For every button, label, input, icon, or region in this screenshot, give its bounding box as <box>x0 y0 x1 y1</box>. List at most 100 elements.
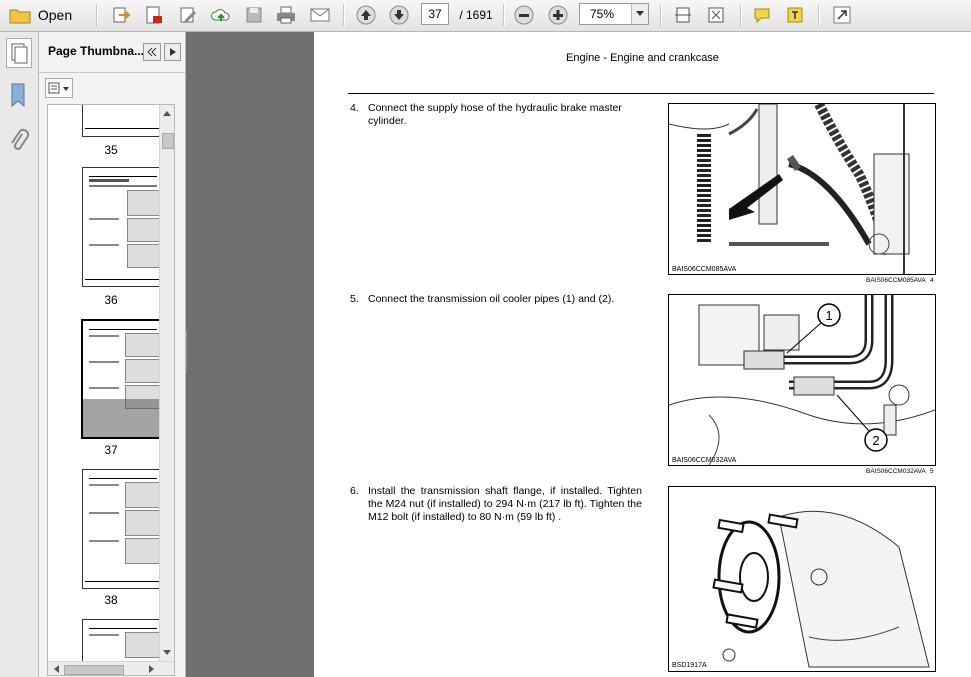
thumbnail-label: 35 <box>104 143 118 157</box>
figure-brake-hose: BAIS06CCM085AVA <box>668 101 936 275</box>
open-button[interactable]: Open <box>6 3 74 27</box>
chevron-right-icon <box>169 48 176 56</box>
comment-button[interactable] <box>749 3 775 27</box>
expand-button[interactable] <box>829 3 855 27</box>
cloud-upload-icon <box>211 9 230 21</box>
upload-button[interactable] <box>208 3 234 27</box>
h-scroll-thumb[interactable] <box>64 665 124 675</box>
zoom-select[interactable]: 75% <box>579 3 649 25</box>
open-label: Open <box>37 7 73 23</box>
pages-icon <box>11 43 28 64</box>
comment-icon <box>754 8 770 24</box>
figure-caption-code: BAIS06CCM085AVA <box>866 277 926 284</box>
step-text: Connect the transmission oil cooler pipe… <box>368 293 615 305</box>
callout-2: 2 <box>872 433 879 448</box>
step-text: Connect the supply hose of the hydraulic… <box>368 102 622 127</box>
folder-icon <box>9 9 31 24</box>
figure-shaft-flange: BSD1917A <box>668 486 936 672</box>
save-button[interactable] <box>241 3 267 27</box>
panel-header: Page Thumbna... <box>39 32 185 73</box>
thumbnail-page[interactable] <box>82 469 164 589</box>
shaft-flange-illustration: BSD1917A <box>669 487 935 671</box>
chevron-down-icon[interactable] <box>631 4 648 24</box>
step-number: 5. <box>350 293 359 305</box>
document-page: Engine - Engine and crankcase 4. Connect… <box>314 32 971 677</box>
printer-icon <box>277 6 295 24</box>
fit-width-button[interactable] <box>670 3 696 27</box>
minus-icon <box>514 5 534 25</box>
files-icon <box>113 7 131 23</box>
scroll-left-icon[interactable] <box>50 662 62 676</box>
toolbar: Open 37 / 1691 75% <box>0 0 971 32</box>
panel-menu-button[interactable] <box>164 43 181 61</box>
page-header: Engine - Engine and crankcase <box>566 52 719 64</box>
visible-area-marker[interactable] <box>83 399 163 437</box>
oil-cooler-pipes-illustration: 1 2 BAIS06CCM032AVA <box>668 295 936 466</box>
save-icon <box>246 7 262 23</box>
email-button[interactable] <box>306 3 334 27</box>
arrow-down-icon <box>389 5 409 25</box>
figure-oil-cooler-pipes: 1 2 BAIS06CCM032AVA <box>668 294 936 466</box>
previous-page-button[interactable] <box>353 3 379 27</box>
edit-icon <box>180 7 196 23</box>
thumbnail-vertical-scrollbar[interactable] <box>159 105 174 661</box>
pdf-icon <box>146 6 162 24</box>
figure-caption-code: BAIS06CCM032AVA <box>866 468 926 475</box>
step-number: 6. <box>350 485 359 497</box>
figure-number: 4 <box>930 277 934 284</box>
bookmarks-tab[interactable] <box>8 82 28 113</box>
callout-1: 1 <box>825 308 832 323</box>
page-total: / 1691 <box>459 8 493 22</box>
next-page-button[interactable] <box>386 3 412 27</box>
scroll-up-icon[interactable] <box>160 107 174 119</box>
thumbnail-page[interactable] <box>82 167 164 287</box>
thumbnail-panel: Page Thumbna... 35 36 37 38 <box>39 32 186 677</box>
highlight-button[interactable] <box>782 3 808 27</box>
panel-resize-handle[interactable] <box>186 332 191 372</box>
highlight-text-icon <box>787 7 803 23</box>
thumbnail-list: 35 36 37 38 <box>47 104 175 676</box>
attachments-tab[interactable] <box>8 128 30 159</box>
page-number-input[interactable]: 37 <box>421 3 449 25</box>
thumbnail-options-button[interactable] <box>45 78 73 98</box>
create-pdf-button[interactable] <box>141 3 167 27</box>
thumbnail-label: 37 <box>104 443 118 457</box>
arrow-up-icon <box>356 5 376 25</box>
fit-page-icon <box>708 7 724 23</box>
zoom-out-button[interactable] <box>511 3 537 27</box>
thumbnail-page[interactable] <box>82 105 164 137</box>
paperclip-icon <box>11 128 30 150</box>
figure-number: 5 <box>930 468 934 475</box>
fit-page-button[interactable] <box>703 3 729 27</box>
scroll-thumb[interactable] <box>162 133 174 149</box>
thumbnail-horizontal-scrollbar[interactable] <box>48 661 174 676</box>
print-button[interactable] <box>273 3 299 27</box>
thumbnail-label: 38 <box>104 593 118 607</box>
fit-width-icon <box>675 7 691 23</box>
zoom-in-button[interactable] <box>545 3 571 27</box>
scroll-down-icon[interactable] <box>160 647 174 659</box>
header-rule <box>348 93 934 94</box>
thumbnail-label: 36 <box>104 293 118 307</box>
scroll-right-icon[interactable] <box>146 662 158 676</box>
page-thumbnails-tab[interactable] <box>6 38 32 68</box>
brake-hose-illustration: BAIS06CCM085AVA <box>668 101 935 274</box>
thumbnail-page-current[interactable] <box>81 319 165 439</box>
figure-code: BAIS06CCM085AVA <box>672 266 737 273</box>
step-number: 4. <box>350 102 359 114</box>
panel-title: Page Thumbna... <box>48 44 145 58</box>
bookmark-icon <box>11 83 25 108</box>
step-text: Install the transmission shaft flange, i… <box>368 485 642 523</box>
expand-icon <box>833 6 851 24</box>
document-background <box>186 32 314 677</box>
edit-button[interactable] <box>175 3 201 27</box>
figure-code: BSD1917A <box>672 662 707 669</box>
collapse-panel-button[interactable] <box>143 43 161 61</box>
combine-files-button[interactable] <box>108 3 134 27</box>
plus-icon <box>548 5 568 25</box>
zoom-value: 75% <box>590 7 615 21</box>
envelope-icon <box>310 8 330 22</box>
double-chevron-left-icon <box>147 48 157 56</box>
list-options-icon <box>48 82 69 94</box>
figure-code: BAIS06CCM032AVA <box>672 457 737 464</box>
